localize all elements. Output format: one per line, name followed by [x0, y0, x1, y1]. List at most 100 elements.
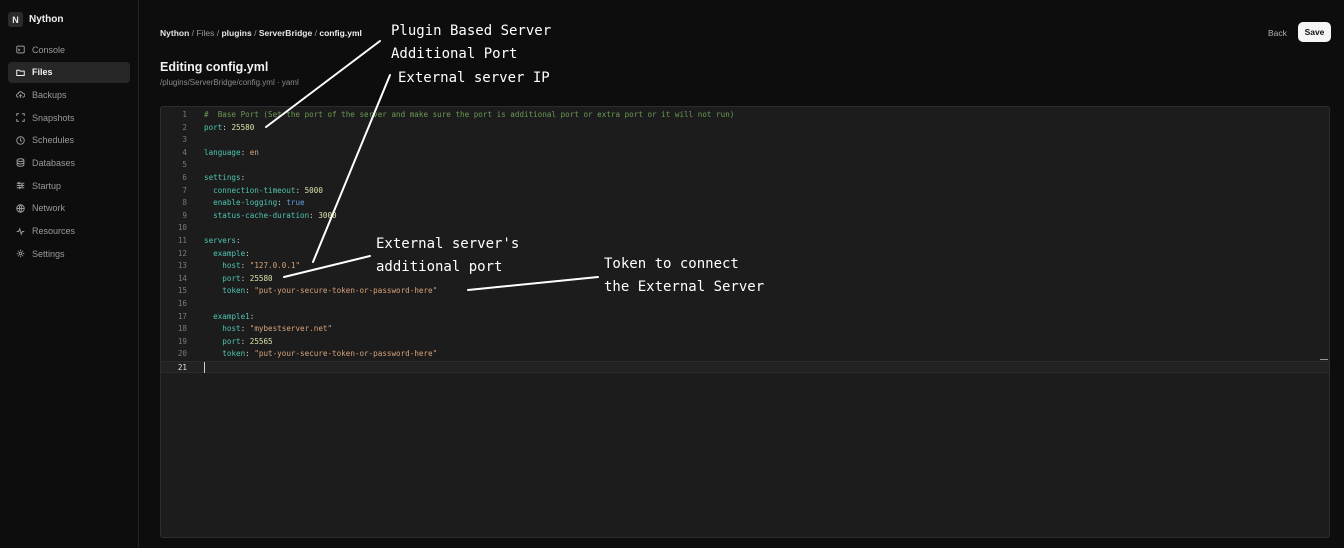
sidebar-nav: Console Files Backups Snapshots Schedules Dat…: [8, 39, 130, 266]
code-line[interactable]: 21: [161, 360, 1329, 374]
scrollbar-marker[interactable]: [1320, 359, 1328, 360]
code-editor[interactable]: 1 # Base Port (Set the port of the server…: [160, 106, 1330, 538]
code-token: :: [240, 273, 250, 283]
annotation-line: Additional Port: [391, 46, 518, 62]
code-line[interactable]: 9 status-cache-duration: 3000: [161, 210, 1329, 223]
line-code: language: en: [204, 147, 259, 160]
line-code: # Base Port (Set the port of the server …: [204, 109, 734, 122]
line-number: 5: [182, 160, 187, 170]
sidebar-item-label: Schedules: [32, 135, 75, 146]
code-token: "mybestserver.net": [249, 324, 333, 334]
back-button[interactable]: Back: [1262, 24, 1293, 41]
text-caret: [204, 362, 205, 374]
code-token: :: [245, 349, 255, 359]
save-button[interactable]: Save: [1298, 22, 1331, 42]
line-number: 2: [182, 122, 187, 132]
sidebar-item-backups[interactable]: Backups: [8, 84, 130, 105]
code-token: 25565: [249, 336, 273, 346]
line-code: enable-logging: true: [204, 197, 305, 210]
breadcrumb-files[interactable]: Files: [196, 28, 214, 38]
server-avatar: N: [8, 12, 23, 27]
line-code: token: "put-your-secure-token-or-passwor…: [204, 285, 437, 298]
code-token: "put-your-secure-token-or-password-here": [254, 349, 438, 359]
code-token: :: [249, 311, 255, 321]
code-token: enable-logging: [213, 198, 278, 208]
line-code: settings:: [204, 172, 245, 185]
server-brand[interactable]: N Nython: [8, 12, 63, 27]
breadcrumb-current: config.yml: [319, 28, 362, 38]
sidebar-item-settings[interactable]: Settings: [8, 243, 130, 264]
code-token: example1: [213, 311, 250, 321]
code-line[interactable]: 18 host: "mybestserver.net": [161, 323, 1329, 336]
code-line[interactable]: 2 port: 25580: [161, 122, 1329, 135]
code-line[interactable]: 6 settings:: [161, 172, 1329, 185]
code-line[interactable]: 5: [161, 159, 1329, 172]
code-token: 25580: [231, 122, 255, 132]
code-token: port: [204, 122, 223, 132]
code-token: settings: [204, 172, 241, 182]
breadcrumb-separator: /: [314, 28, 317, 38]
line-number: 12: [177, 248, 187, 258]
code-line[interactable]: 7 connection-timeout: 5000: [161, 185, 1329, 198]
breadcrumb-plugins[interactable]: plugins: [221, 28, 251, 38]
breadcrumb-root[interactable]: Nython: [160, 28, 189, 38]
code-token: connection-timeout: [213, 185, 296, 195]
code-line[interactable]: 10: [161, 222, 1329, 235]
code-line[interactable]: 1 # Base Port (Set the port of the server…: [161, 109, 1329, 122]
sidebar-item-resources[interactable]: Resources: [8, 221, 130, 242]
annotation-external-port: External server's additional port: [376, 233, 519, 279]
sidebar: N Nython Console Files Backups Snapshots Sch…: [0, 0, 139, 548]
code-token: port: [222, 336, 241, 346]
code-token: :: [240, 324, 250, 334]
line-number: 11: [177, 235, 187, 245]
code-token: 5000: [304, 185, 323, 195]
sidebar-item-console[interactable]: Console: [8, 39, 130, 60]
code-token: token: [222, 349, 246, 359]
line-number: 13: [177, 261, 187, 271]
activity-icon: [16, 226, 25, 236]
breadcrumb-separator: /: [216, 28, 220, 38]
code-token: true: [286, 198, 305, 208]
code-token: language: [204, 147, 241, 157]
annotation-line: the External Server: [604, 279, 765, 295]
line-number: 19: [177, 336, 187, 346]
breadcrumb-serverbridge[interactable]: ServerBridge: [259, 28, 312, 38]
sliders-icon: [16, 181, 25, 190]
code-token: port: [222, 273, 241, 283]
code-line[interactable]: 8 enable-logging: true: [161, 197, 1329, 210]
code-token: host: [222, 324, 241, 334]
sidebar-item-network[interactable]: Network: [8, 198, 130, 219]
code-token: # Base Port (Set the port of the server …: [204, 110, 735, 119]
line-code: port: 25580: [204, 273, 272, 286]
code-line[interactable]: 19 port: 25565: [161, 336, 1329, 349]
sidebar-item-schedules[interactable]: Schedules: [8, 130, 130, 151]
line-number: 16: [177, 298, 187, 308]
breadcrumb-separator: /: [191, 28, 195, 38]
code-line[interactable]: 17 example1:: [161, 311, 1329, 324]
annotation-line: additional port: [376, 259, 503, 275]
line-code: token: "put-your-secure-token-or-passwor…: [204, 348, 437, 361]
code-token: :: [245, 248, 250, 258]
code-line[interactable]: 11 servers:: [161, 235, 1329, 248]
line-code: host: "127.0.0.1": [204, 260, 300, 273]
code-line[interactable]: 20 token: "put-your-secure-token-or-pass…: [161, 348, 1329, 361]
annotation-line: External server IP: [398, 70, 550, 86]
sidebar-item-files[interactable]: Files: [8, 61, 130, 83]
file-path: /plugins/ServerBridge/config.yml · yaml: [160, 78, 299, 87]
gear-icon: [16, 249, 25, 258]
sidebar-item-databases[interactable]: Databases: [8, 152, 130, 173]
annotation-line: Plugin Based Server: [391, 23, 552, 39]
code-line[interactable]: 3: [161, 134, 1329, 147]
code-line[interactable]: 16: [161, 298, 1329, 311]
sidebar-item-startup[interactable]: Startup: [8, 175, 130, 196]
code-token: 3000: [318, 210, 337, 220]
annotation-token: Token to connect the External Server: [604, 253, 764, 299]
sidebar-item-snapshots[interactable]: Snapshots: [8, 107, 130, 128]
code-line[interactable]: 4 language: en: [161, 147, 1329, 160]
